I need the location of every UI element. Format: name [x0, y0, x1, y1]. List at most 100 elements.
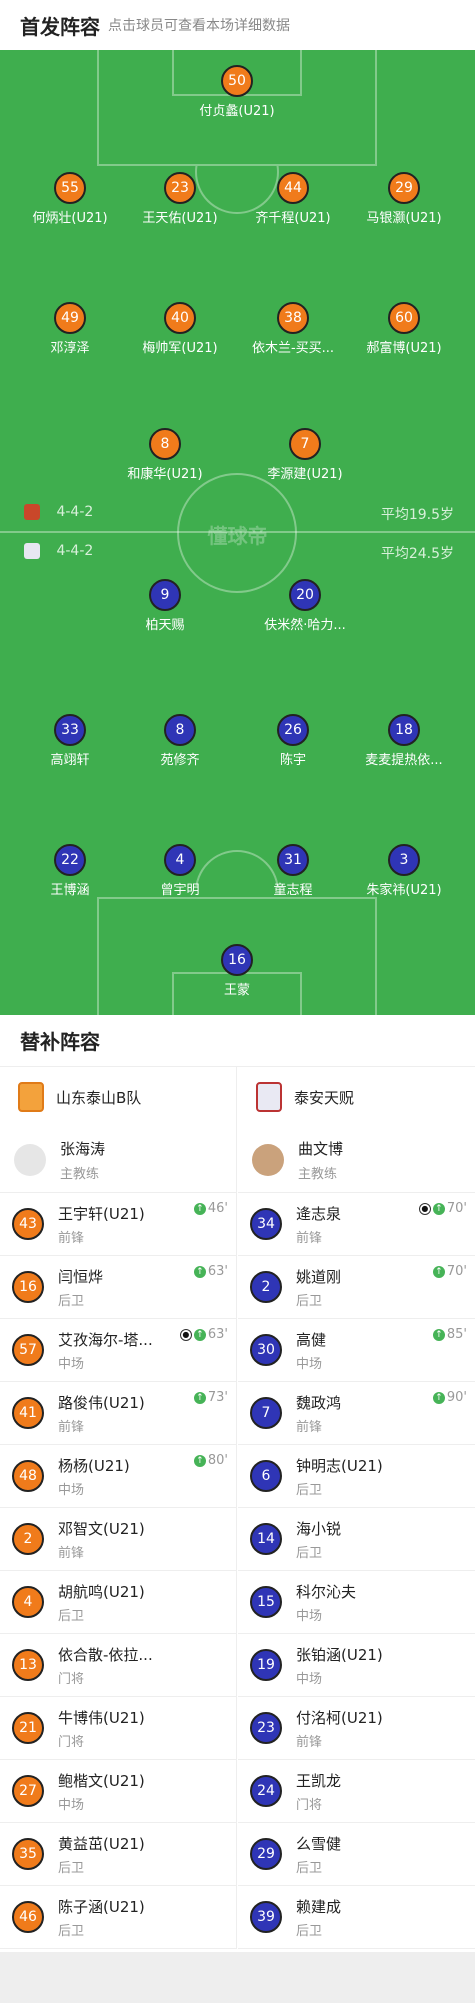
home-player[interactable]: 40 梅帅军(U21) [115, 302, 245, 356]
player-number: 2 [12, 1523, 44, 1555]
away-player[interactable]: 3 朱家祎(U21) [339, 844, 469, 898]
player-position: 门将 [296, 1797, 323, 1813]
away-player[interactable]: 18 麦麦提热依... [339, 714, 469, 768]
away-sub-row[interactable]: 24 王凯龙 门将 [238, 1760, 475, 1823]
home-formation: 4-4-2 [56, 504, 94, 520]
player-name: 依合散-依拉... [58, 1645, 153, 1664]
goal-ball-icon: ● [418, 1202, 431, 1215]
player-name: 艾孜海尔-塔... [58, 1330, 153, 1349]
away-sub-list: 34 逄志泉 前锋 ● ↑ 70' 2 姚道刚 后卫 ↑ 70' 30 高健 中场 ↑ 85' 7 魏政鸿 前锋 ↑ 9… [238, 1193, 475, 1949]
away-sub-row[interactable]: 30 高健 中场 ↑ 85' [238, 1319, 475, 1382]
home-sub-list: 43 王宇轩(U21) 前锋 ↑ 46' 16 闫恒烨 后卫 ↑ 63' 57 艾孜海尔-塔... 中场… [0, 1193, 236, 1949]
home-sub-row[interactable]: 2 邓智文(U21) 前锋 [0, 1508, 236, 1571]
player-number: 39 [250, 1901, 282, 1933]
player-name: 魏政鸿 [296, 1393, 342, 1412]
home-sub-row[interactable]: 46 陈子涵(U21) 后卫 [0, 1886, 236, 1949]
away-coach[interactable]: 曲文博 主教练 [238, 1127, 475, 1193]
sub-in-time: 73' [207, 1390, 228, 1405]
player-name: 王宇轩(U21) [58, 1204, 145, 1223]
player-position: 后卫 [58, 1923, 85, 1939]
player-position: 门将 [58, 1671, 85, 1687]
player-name: 伕米然·哈力... [264, 618, 346, 633]
player-position: 前锋 [58, 1419, 85, 1435]
player-number: 44 [277, 172, 309, 204]
player-position: 中场 [296, 1671, 323, 1687]
home-sub-row[interactable]: 4 胡航鸣(U21) 后卫 [0, 1571, 236, 1634]
player-name: 牛博伟(U21) [58, 1708, 145, 1727]
player-position: 后卫 [296, 1482, 323, 1498]
sub-in-time: 80' [207, 1453, 228, 1468]
away-sub-row[interactable]: 14 海小锐 后卫 [238, 1508, 475, 1571]
pitch: 懂球帝 4-4-2 平均19.5岁 4-4-2 平均24.5岁 50 付贞蠡(U2… [0, 50, 475, 1015]
home-player[interactable]: 7 李源建(U21) [240, 428, 370, 482]
away-player[interactable]: 20 伕米然·哈力... [240, 579, 370, 633]
home-sub-row[interactable]: 27 鲍楷文(U21) 中场 [0, 1760, 236, 1823]
player-number: 9 [149, 579, 181, 611]
home-player[interactable]: 23 王天佑(U21) [115, 172, 245, 226]
player-number: 60 [388, 302, 420, 334]
player-name: 王凯龙 [296, 1771, 342, 1790]
player-position: 前锋 [296, 1419, 323, 1435]
home-sub-row[interactable]: 43 王宇轩(U21) 前锋 ↑ 46' [0, 1193, 236, 1256]
away-sub-row[interactable]: 34 逄志泉 前锋 ● ↑ 70' [238, 1193, 475, 1256]
player-name: 马银灏(U21) [366, 211, 442, 226]
away-sub-row[interactable]: 39 赖建成后卫 [238, 1886, 475, 1949]
away-sub-row[interactable]: 29 么雪健 后卫 [238, 1823, 475, 1886]
subs-title: 替补阵容 [20, 1030, 100, 1054]
player-number: 26 [277, 714, 309, 746]
home-sub-row[interactable]: 48 杨杨(U21) 中场 ↑ 80' [0, 1445, 236, 1508]
home-sub-row[interactable]: 16 闫恒烨 后卫 ↑ 63' [0, 1256, 236, 1319]
away-sub-row[interactable]: 7 魏政鸿 前锋 ↑ 90' [238, 1382, 475, 1445]
sub-in-time: 46' [207, 1201, 228, 1216]
home-player[interactable]: 50 付贞蠡(U21) [172, 65, 302, 119]
away-sub-row[interactable]: 6 钟明志(U21) 后卫 [238, 1445, 475, 1508]
sub-in-icon: ↑ [193, 1202, 206, 1215]
home-sub-row[interactable]: 35 黄益茁(U21) 后卫 [0, 1823, 236, 1886]
player-position: 中场 [58, 1356, 85, 1372]
home-sub-row[interactable]: 21 牛博伟(U21) 门将 [0, 1697, 236, 1760]
sub-event: ↑ 46' [193, 1201, 228, 1216]
home-player[interactable]: 29 马银灏(U21) [339, 172, 469, 226]
away-team-header[interactable]: 泰安天贶 [238, 1067, 475, 1127]
home-sub-row[interactable]: 57 艾孜海尔-塔... 中场 ● ↑ 63' [0, 1319, 236, 1382]
player-number: 30 [250, 1334, 282, 1366]
sub-in-time: 90' [446, 1390, 467, 1405]
home-sub-row[interactable]: 13 依合散-依拉... 门将 [0, 1634, 236, 1697]
lineup-title: 首发阵容 [20, 14, 100, 39]
player-position: 后卫 [58, 1293, 85, 1309]
player-number: 50 [221, 65, 253, 97]
home-team-header[interactable]: 山东泰山B队 [0, 1067, 236, 1127]
home-coach[interactable]: 张海涛 主教练 [0, 1127, 236, 1193]
away-player[interactable]: 8 苑修齐 [115, 714, 245, 768]
player-position: 后卫 [296, 1293, 323, 1309]
player-name: 赖建成 [296, 1897, 342, 1916]
player-position: 前锋 [58, 1545, 85, 1561]
away-sub-row[interactable]: 15 科尔沁夫 中场 [238, 1571, 475, 1634]
sub-event: ↑ 90' [432, 1390, 467, 1405]
home-player[interactable]: 60 郝富博(U21) [339, 302, 469, 356]
sub-in-time: 70' [446, 1201, 467, 1216]
player-position: 后卫 [296, 1923, 323, 1939]
away-player[interactable]: 4 曾宇明 [115, 844, 245, 898]
player-number: 7 [289, 428, 321, 460]
player-name: 苑修齐 [160, 753, 200, 768]
player-position: 中场 [58, 1797, 85, 1813]
player-number: 23 [164, 172, 196, 204]
away-sub-row[interactable]: 23 付洺柯(U21) 前锋 [238, 1697, 475, 1760]
player-position: 后卫 [296, 1860, 323, 1876]
player-name: 高健 [296, 1330, 327, 1349]
home-player[interactable]: 8 和康华(U21) [100, 428, 230, 482]
home-team-logo-icon [18, 1082, 44, 1112]
player-name: 张铂涵(U21) [296, 1645, 383, 1664]
away-sub-row[interactable]: 19 张铂涵(U21) 中场 [238, 1634, 475, 1697]
away-player[interactable]: 9 柏天赐 [100, 579, 230, 633]
player-name: 路俊伟(U21) [58, 1393, 145, 1412]
away-sub-row[interactable]: 2 姚道刚 后卫 ↑ 70' [238, 1256, 475, 1319]
player-number: 4 [164, 844, 196, 876]
away-player[interactable]: 16 王蒙 [172, 944, 302, 998]
player-name: 王天佑(U21) [142, 211, 218, 226]
sub-in-icon: ↑ [432, 1265, 445, 1278]
home-sub-row[interactable]: 41 路俊伟(U21) 前锋 ↑ 73' [0, 1382, 236, 1445]
player-number: 41 [12, 1397, 44, 1429]
player-name: 郝富博(U21) [366, 341, 442, 356]
